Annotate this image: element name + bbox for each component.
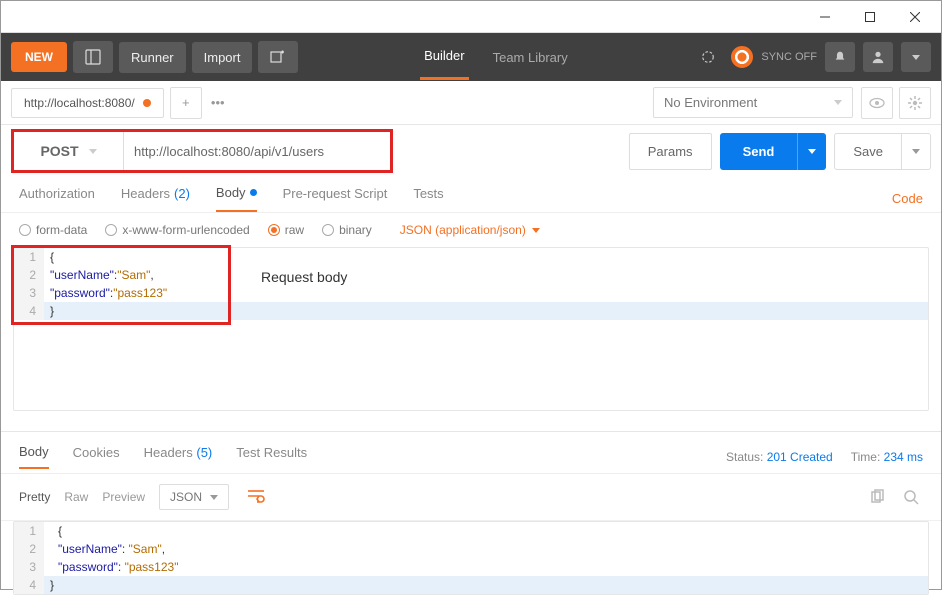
- request-subtabs: Authorization Headers (2) Body Pre-reque…: [1, 173, 941, 213]
- view-preview[interactable]: Preview: [102, 490, 145, 504]
- response-time: Time: 234 ms: [851, 450, 923, 464]
- interceptor-icon[interactable]: [693, 42, 723, 72]
- window-titlebar: [1, 1, 941, 33]
- environment-selector[interactable]: No Environment: [653, 87, 853, 118]
- view-pretty[interactable]: Pretty: [19, 490, 50, 504]
- add-tab-button[interactable]: +: [170, 87, 202, 119]
- subtab-tests[interactable]: Tests: [413, 186, 443, 211]
- http-method-selector[interactable]: POST: [14, 132, 124, 170]
- layout-toggle-button[interactable]: [73, 41, 113, 73]
- radio-binary[interactable]: binary: [322, 223, 372, 237]
- response-viewbar: Pretty Raw Preview JSON: [1, 474, 941, 521]
- search-response-button[interactable]: [899, 485, 923, 509]
- unsaved-dot-icon: [143, 99, 151, 107]
- request-tab[interactable]: http://localhost:8080/: [11, 88, 164, 118]
- copy-response-button[interactable]: [865, 485, 889, 509]
- response-tabs: Body Cookies Headers (5) Test Results St…: [1, 431, 941, 474]
- request-bar: POST Params Send Save: [1, 125, 941, 173]
- body-active-dot-icon: [250, 189, 257, 196]
- view-raw[interactable]: Raw: [64, 490, 88, 504]
- request-body-editor[interactable]: 1{ 2"userName":"Sam", 3"password":"pass1…: [13, 247, 929, 411]
- save-dropdown[interactable]: [902, 133, 931, 170]
- sync-status-label: SYNC OFF: [761, 51, 817, 63]
- notifications-button[interactable]: [825, 42, 855, 72]
- runner-button[interactable]: Runner: [119, 42, 186, 73]
- code-link[interactable]: Code: [892, 191, 923, 206]
- window-minimize-button[interactable]: [802, 2, 847, 32]
- response-tab-body[interactable]: Body: [19, 444, 49, 469]
- user-menu-button[interactable]: [863, 42, 893, 72]
- radio-form-data[interactable]: form-data: [19, 223, 87, 237]
- chevron-down-icon: [834, 100, 842, 105]
- method-url-highlight: POST: [11, 129, 393, 173]
- environment-settings-button[interactable]: [899, 87, 931, 119]
- subtab-headers[interactable]: Headers (2): [121, 186, 190, 211]
- environment-quicklook-button[interactable]: [861, 87, 893, 119]
- send-dropdown[interactable]: [797, 133, 826, 170]
- response-body-editor[interactable]: 1{ 2"userName": "Sam", 3"password": "pas…: [13, 521, 929, 595]
- request-body-editor-wrap: Request body 1{ 2"userName":"Sam", 3"pas…: [13, 247, 929, 411]
- tab-builder[interactable]: Builder: [420, 34, 468, 80]
- response-format-selector[interactable]: JSON: [159, 484, 229, 510]
- window-close-button[interactable]: [892, 2, 937, 32]
- tab-team-library[interactable]: Team Library: [489, 36, 572, 79]
- request-url-input[interactable]: [124, 132, 390, 170]
- save-button[interactable]: Save: [834, 133, 902, 170]
- http-method-value: POST: [40, 143, 78, 159]
- params-button[interactable]: Params: [629, 133, 712, 170]
- sync-status-icon[interactable]: [731, 46, 753, 68]
- chevron-down-icon: [89, 149, 97, 154]
- content-type-selector[interactable]: JSON (application/json): [400, 223, 540, 237]
- main-toolbar: NEW Runner Import Builder Team Library S…: [1, 33, 941, 81]
- request-tab-title: http://localhost:8080/: [24, 96, 135, 110]
- response-status: Status: 201 Created: [726, 450, 833, 464]
- radio-raw[interactable]: raw: [268, 223, 304, 237]
- settings-dropdown[interactable]: [901, 42, 931, 72]
- window-maximize-button[interactable]: [847, 2, 892, 32]
- import-button[interactable]: Import: [192, 42, 253, 73]
- tab-options-button[interactable]: •••: [202, 87, 234, 119]
- new-button[interactable]: NEW: [11, 42, 67, 72]
- response-tab-cookies[interactable]: Cookies: [73, 445, 120, 468]
- response-tab-tests[interactable]: Test Results: [236, 445, 307, 468]
- subtab-prerequest[interactable]: Pre-request Script: [283, 186, 388, 211]
- response-tab-headers[interactable]: Headers (5): [144, 445, 213, 468]
- request-tab-strip: http://localhost:8080/ + ••• No Environm…: [1, 81, 941, 125]
- body-type-row: form-data x-www-form-urlencoded raw bina…: [1, 213, 941, 247]
- environment-label: No Environment: [664, 95, 757, 110]
- subtab-body[interactable]: Body: [216, 185, 257, 212]
- subtab-authorization[interactable]: Authorization: [19, 186, 95, 211]
- wrap-lines-button[interactable]: [243, 485, 269, 510]
- radio-urlencoded[interactable]: x-www-form-urlencoded: [105, 223, 249, 237]
- body-annotation: Request body: [261, 269, 347, 285]
- send-button[interactable]: Send: [720, 133, 798, 170]
- new-window-button[interactable]: [258, 41, 298, 73]
